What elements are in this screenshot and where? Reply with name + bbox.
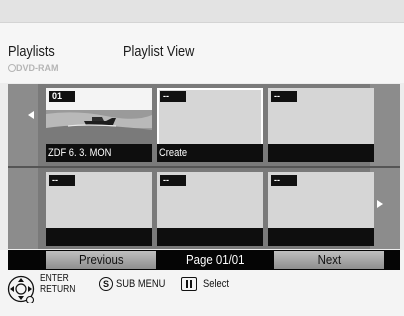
- playlist-tile[interactable]: 01 ZDF 6. 3. MON: [46, 88, 152, 162]
- playlist-number-tag: 01: [49, 91, 75, 102]
- next-page-label: Next: [317, 252, 341, 267]
- playlist-number-tag: --: [271, 91, 297, 102]
- playlist-number-tag: --: [160, 91, 186, 102]
- playlist-number-tag: --: [49, 175, 75, 186]
- playlist-tile[interactable]: -- Create: [157, 88, 263, 162]
- view-title: Playlist View: [123, 43, 195, 60]
- page-indicator: Page 01/01: [160, 251, 270, 269]
- enter-hint: ENTER: [40, 273, 69, 284]
- circle-s-icon: S: [99, 277, 113, 291]
- grid-row-separator: [8, 166, 400, 168]
- pager-bar: Previous Page 01/01 Next: [8, 250, 400, 270]
- playlist-number-tag: --: [160, 175, 186, 186]
- top-band: [0, 0, 404, 22]
- playlist-label-text: Create: [159, 147, 188, 159]
- button-hints: ENTER RETURN S SUB MENU Select: [0, 272, 404, 308]
- playlist-label: Create: [157, 144, 263, 162]
- next-page-button[interactable]: Next: [274, 251, 384, 269]
- submenu-hint: SUB MENU: [116, 278, 166, 290]
- playlist-tile[interactable]: --: [268, 172, 374, 246]
- previous-page-button[interactable]: Previous: [46, 251, 156, 269]
- select-hint: Select: [203, 278, 229, 290]
- previous-page-label: Previous: [78, 252, 124, 267]
- playlist-tile[interactable]: --: [157, 172, 263, 246]
- playlist-label: [268, 144, 374, 162]
- page-indicator-text: Page 01/01: [185, 252, 245, 267]
- playlist-screen: Playlists Playlist View DVD-RAM 01 ZDF 6…: [0, 0, 404, 316]
- disc-type-label: DVD-RAM: [16, 63, 59, 73]
- scroll-right-icon[interactable]: [377, 200, 383, 208]
- return-hint: RETURN: [40, 284, 76, 295]
- playlist-label: [157, 228, 263, 246]
- playlist-label: [46, 228, 152, 246]
- footer: Previous Page 01/01 Next ENTER RETURN S …: [0, 250, 404, 316]
- playlist-tile[interactable]: --: [46, 172, 152, 246]
- scroll-left-icon[interactable]: [28, 111, 34, 119]
- disc-icon: [8, 64, 16, 72]
- playlist-label-text: ZDF 6. 3. MON: [48, 147, 112, 159]
- playlist-label: ZDF 6. 3. MON: [46, 144, 152, 162]
- playlist-number-tag: --: [271, 175, 297, 186]
- playlist-tile[interactable]: --: [268, 88, 374, 162]
- header: Playlists Playlist View DVD-RAM: [0, 22, 404, 83]
- playlist-label: [268, 228, 374, 246]
- dpad-icon: [7, 275, 35, 303]
- menu-title: Playlists: [8, 43, 55, 60]
- pause-icon: [181, 277, 197, 291]
